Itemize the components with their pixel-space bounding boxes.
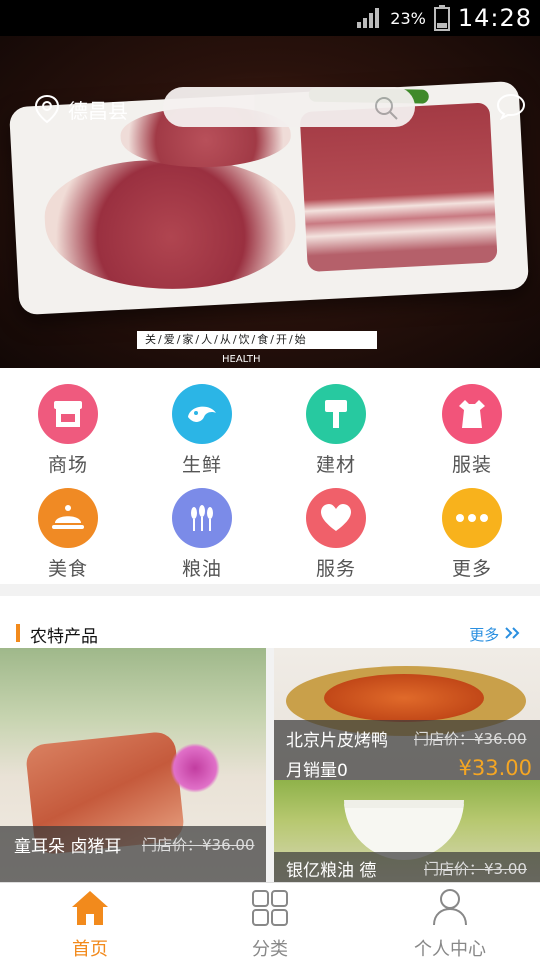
tab-home[interactable]: 首页 [0,883,180,961]
user-icon [433,889,467,926]
status-bar: 23% 14:28 [0,0,540,36]
more-icon [442,488,502,548]
signal-icon [357,8,380,28]
banner-slogan: 关/爱/家/人/从/饮/食/开/始 [137,331,377,349]
section-more-link[interactable]: 更多 [469,624,524,645]
category-fresh[interactable]: 生鲜 [152,384,252,477]
bottom-tab-bar: 首页 分类 个人中心 [0,882,540,961]
shrimp-icon [172,384,232,444]
section-accent-bar [16,624,20,642]
category-more[interactable]: 更多 [422,488,522,581]
more-label: 更多 [469,626,500,644]
product-info: 银亿粮油 德 门店价：¥3.00 [274,852,540,882]
location-selector[interactable]: 德昌县 [34,94,128,124]
product-info: 童耳朵 卤猪耳 门店价：¥36.00 [0,826,266,882]
flower-decoration [170,743,220,793]
double-chevron-right-icon [504,626,524,644]
category-label: 建材 [315,454,356,476]
category-label: 服务 [315,558,356,580]
tab-category[interactable]: 分类 [180,883,360,961]
grain-icon [172,488,232,548]
heart-icon [306,488,366,548]
product-original-price: 门店价：¥36.00 [142,836,255,854]
product-name: 童耳朵 卤猪耳 [14,837,122,857]
paintbrush-icon [306,384,366,444]
category-label: 服装 [451,454,492,476]
search-input[interactable] [163,87,415,127]
category-mall[interactable]: 商场 [18,384,118,477]
tab-label: 首页 [72,939,108,960]
category-label: 粮油 [181,558,222,580]
battery-percent: 23% [390,8,426,28]
message-icon[interactable] [496,92,526,120]
food-cover-icon [38,488,98,548]
category-label: 美食 [47,558,88,580]
product-image [324,674,484,722]
dress-icon [442,384,502,444]
tab-profile[interactable]: 个人中心 [360,883,540,961]
category-label: 更多 [451,558,492,580]
tab-label: 分类 [252,939,288,960]
clock: 14:28 [457,4,532,32]
category-clothing[interactable]: 服装 [422,384,522,477]
category-grain[interactable]: 粮油 [152,488,252,581]
product-name: 银亿粮油 德 [286,861,377,881]
location-label: 德昌县 [68,98,128,123]
product-card-pig-ear[interactable]: 童耳朵 卤猪耳 门店价：¥36.00 [0,648,266,882]
banner-health-text: HEALTH [222,354,261,365]
product-card-rice[interactable]: 银亿粮油 德 门店价：¥3.00 [274,780,540,882]
category-service[interactable]: 服务 [286,488,386,581]
category-label: 商场 [47,454,88,476]
category-food[interactable]: 美食 [18,488,118,581]
category-label: 生鲜 [181,454,222,476]
category-building[interactable]: 建材 [286,384,386,477]
store-icon [38,384,98,444]
search-icon[interactable] [373,95,399,121]
product-price: ¥33.00 [458,756,532,780]
section-title: 农特产品 [30,627,98,647]
product-original-price: 门店价：¥3.00 [424,860,527,878]
home-icon [72,891,108,925]
product-name: 北京片皮烤鸭 [286,731,388,751]
product-image [344,800,464,860]
category-grid: 商场 生鲜 建材 服装 美食 粮油 服务 更多 [0,368,540,584]
hero-banner[interactable]: 德昌县 关/爱/家/人/从/饮/食/开/始 HEALTH [0,36,540,368]
grid-icon [252,890,288,926]
location-pin-icon [34,94,60,124]
product-original-price: 门店价：¥36.00 [414,730,527,748]
tab-label: 个人中心 [414,939,486,960]
battery-icon [433,5,450,31]
section-header: 农特产品 更多 [0,596,540,648]
